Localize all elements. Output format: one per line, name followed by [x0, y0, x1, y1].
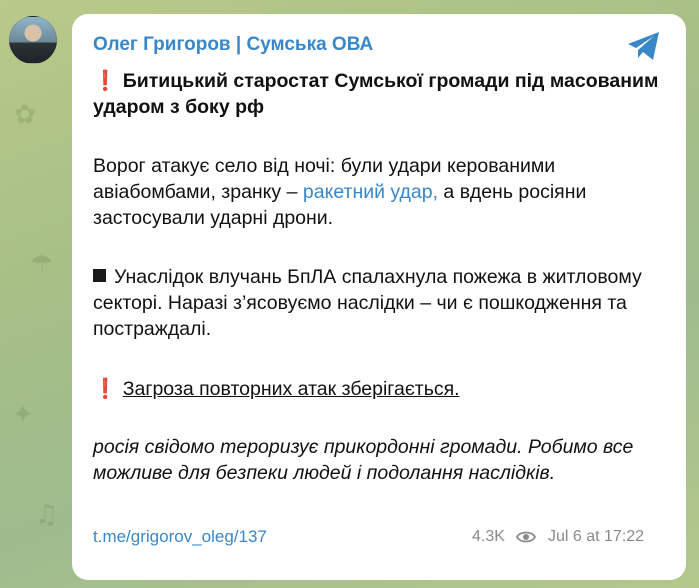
background-doodle-icon: ✦ — [12, 400, 34, 430]
threat-warning-text: Загроза повторних атак зберігається. — [122, 378, 460, 400]
exclamation-icon: ❗ — [93, 70, 118, 92]
view-count: 4.3K — [472, 528, 505, 545]
exclamation-icon: ❗ — [93, 378, 118, 400]
background-doodle-icon: ♫ — [35, 500, 59, 530]
post-paragraph: Ворог атакує село від ночі: були удари к… — [93, 153, 678, 231]
black-square-icon — [93, 269, 106, 282]
paragraph-text: Унаслідок влучань БпЛА спалахнула пожежа… — [93, 266, 642, 340]
post-headline: ❗ Битицький старостат Сумської громади п… — [93, 68, 678, 120]
background-doodle-icon: ☂ — [30, 250, 54, 280]
headline-text: Битицький старостат Сумської громади під… — [93, 70, 659, 118]
post-paragraph: ❗ Загроза повторних атак зберігається. — [93, 376, 678, 402]
author-name[interactable]: Олег Григоров | Сумська ОВА — [93, 34, 373, 56]
post-paragraph: Унаслідок влучань БпЛА спалахнула пожежа… — [93, 264, 678, 342]
author-avatar[interactable] — [9, 16, 57, 64]
telegram-send-icon[interactable] — [626, 30, 662, 62]
background-doodle-icon: ✿ — [14, 100, 36, 130]
post-paragraph-italic: росія свідомо тероризує прикордонні гром… — [93, 436, 634, 484]
eye-icon — [516, 531, 536, 543]
post-timestamp: Jul 6 at 17:22 — [548, 528, 645, 545]
rocket-strike-link[interactable]: ракетний удар, — [303, 181, 438, 203]
post-permalink[interactable]: t.me/grigorov_oleg/137 — [93, 527, 267, 547]
